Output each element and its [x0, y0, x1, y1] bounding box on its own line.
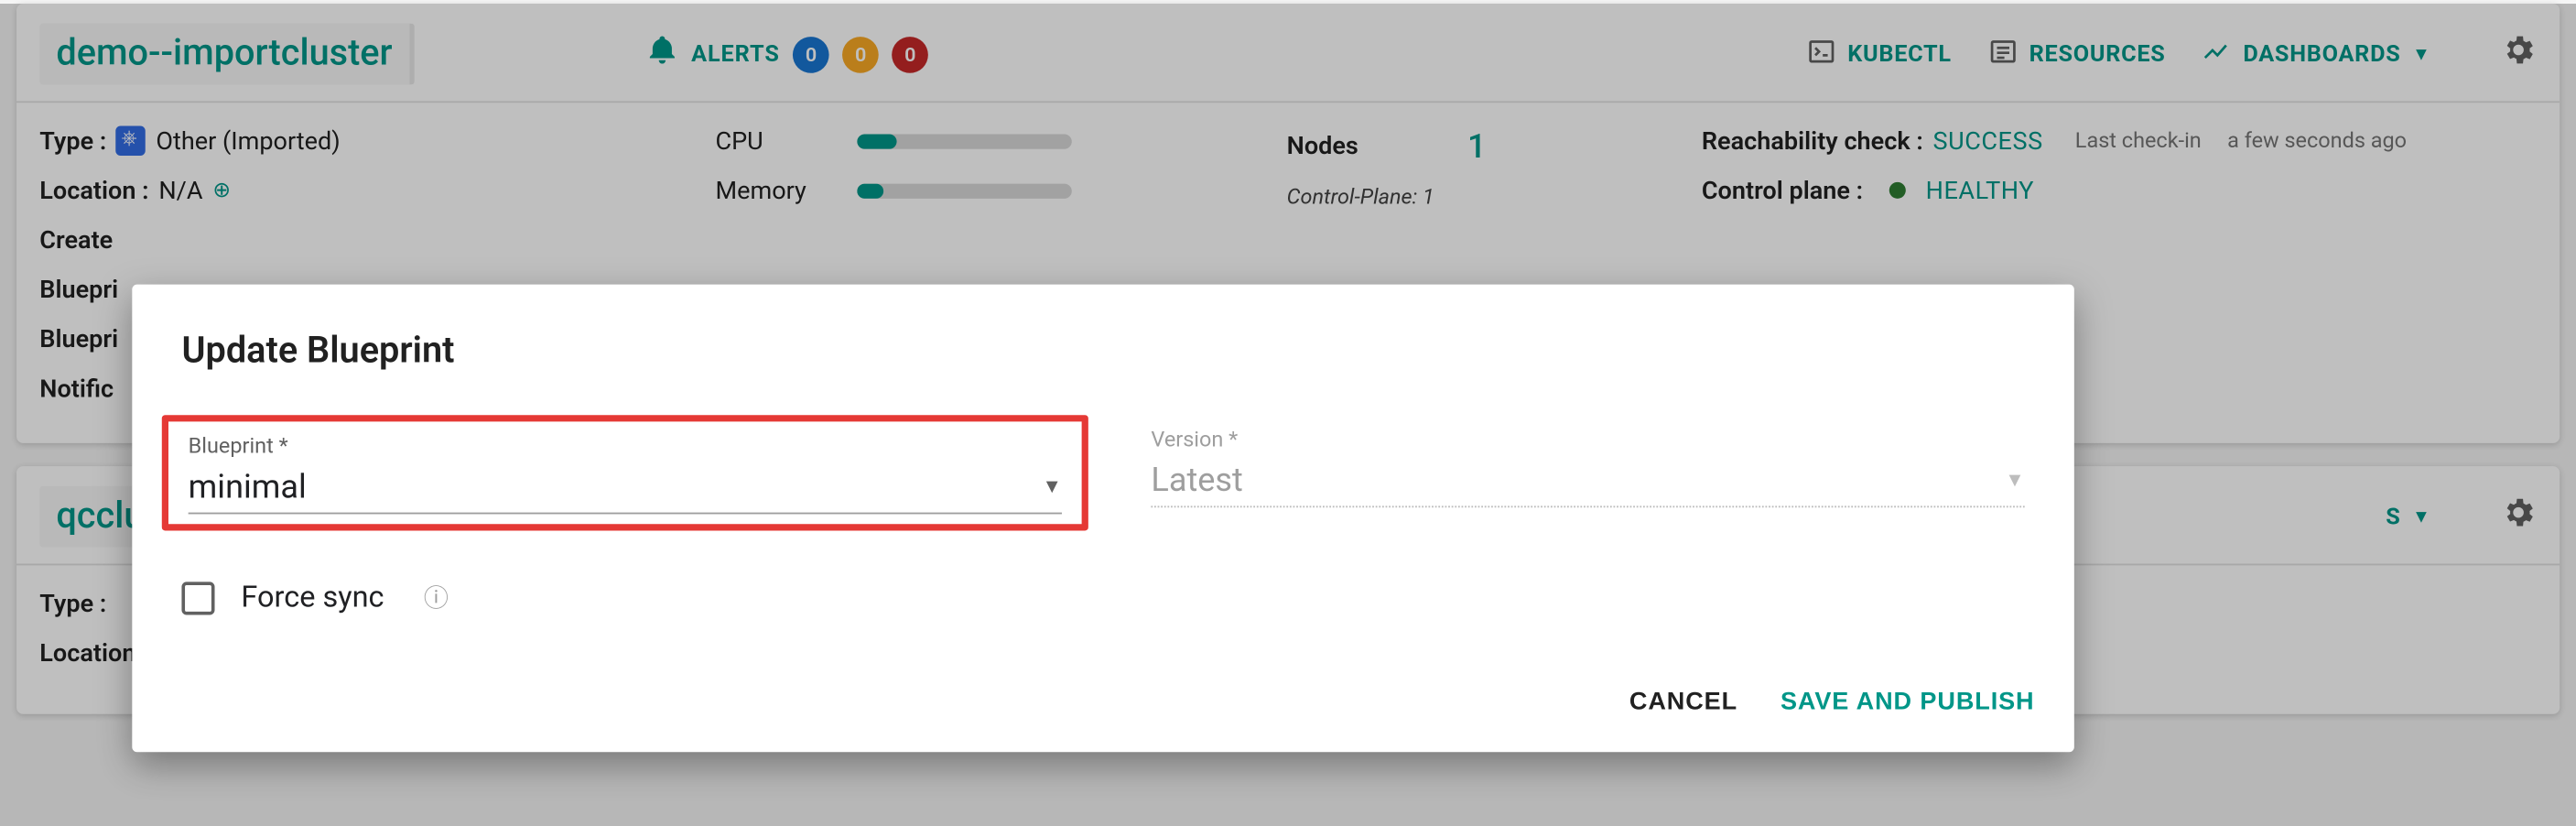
blueprint-field-value: minimal [189, 466, 307, 505]
update-blueprint-modal: Update Blueprint Blueprint * minimal ▼ V… [132, 285, 2074, 753]
blueprint-field-label: Blueprint * [189, 435, 1062, 460]
version-field[interactable]: Version * Latest ▼ [1131, 415, 2045, 530]
blueprint-field[interactable]: Blueprint * minimal ▼ [162, 415, 1088, 530]
chevron-down-icon: ▼ [2005, 468, 2024, 491]
force-sync-checkbox[interactable] [181, 581, 214, 614]
cancel-button[interactable]: CANCEL [1629, 688, 1737, 716]
info-icon[interactable]: ⓘ [424, 581, 449, 615]
force-sync-label: Force sync [241, 581, 384, 615]
chevron-down-icon: ▼ [1043, 474, 1062, 497]
modal-title: Update Blueprint [132, 331, 2074, 415]
version-field-label: Version * [1151, 429, 2024, 453]
version-field-value: Latest [1151, 460, 1242, 499]
save-and-publish-button[interactable]: SAVE AND PUBLISH [1780, 688, 2035, 716]
